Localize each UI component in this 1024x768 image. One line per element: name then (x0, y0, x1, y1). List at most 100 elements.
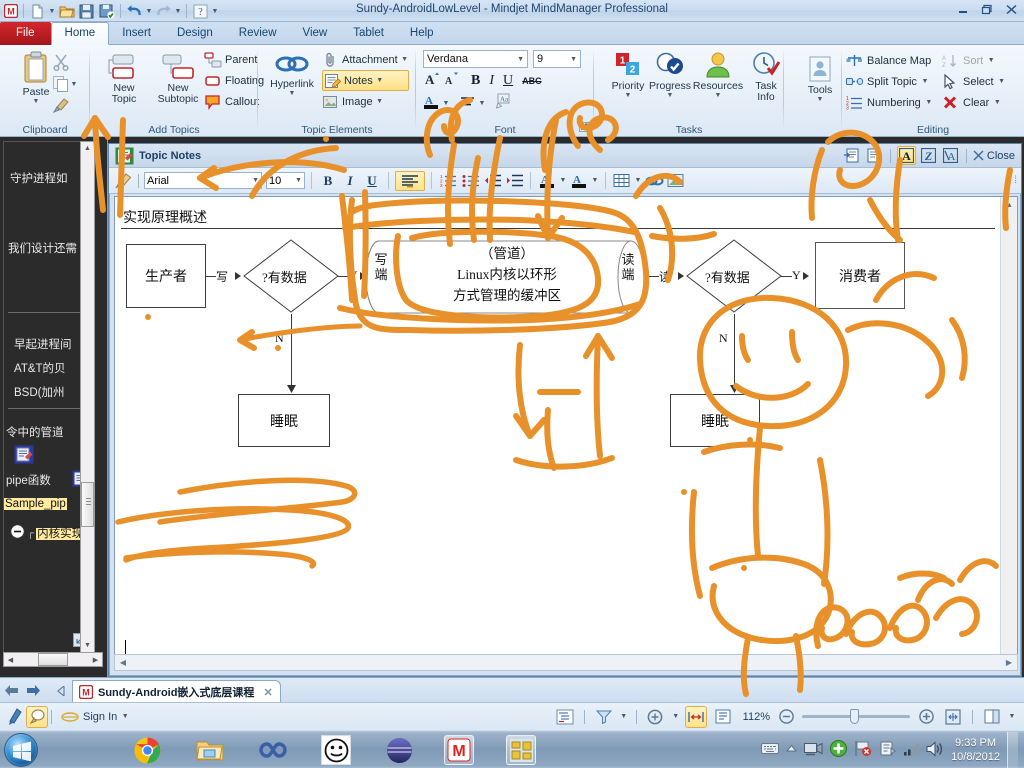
start-button[interactable] (4, 733, 38, 767)
update-icon[interactable] (830, 740, 848, 760)
chevron-down-icon[interactable]: ▼ (570, 56, 577, 63)
chevron-down-icon[interactable]: ▼ (478, 100, 486, 107)
font-dialog-launcher[interactable] (579, 122, 589, 135)
notes-font-size-select[interactable]: 10 ▼ (266, 172, 305, 189)
scroll-left-icon[interactable]: ◀ (4, 653, 17, 666)
parent-button[interactable]: Parent (204, 49, 264, 70)
map-horizontal-scrollbar[interactable]: ◀ ▶ (3, 652, 103, 667)
chevron-down-icon[interactable]: ▼ (925, 99, 933, 106)
tab-tablet[interactable]: Tablet (340, 22, 397, 45)
hyperlink-button[interactable]: Hyperlink ▼ (264, 51, 320, 97)
fit-map-button[interactable] (684, 705, 707, 728)
new-topic-button[interactable]: New Topic (96, 53, 152, 105)
font-color-button[interactable]: A (424, 93, 440, 113)
volume-icon[interactable] (926, 740, 944, 760)
device-icon[interactable] (879, 740, 896, 760)
sort-button[interactable]: AZ Sort ▼ (942, 50, 1006, 71)
chevron-down-icon[interactable]: ▼ (620, 713, 628, 720)
toolbar-overflow-icon[interactable]: ⁞ (1014, 175, 1021, 186)
callout-button[interactable]: Callout (204, 91, 264, 112)
chevron-down-icon[interactable]: ▼ (252, 177, 259, 184)
map-node-5[interactable]: 令中的管道 (6, 424, 64, 440)
format-painter-button[interactable] (113, 171, 133, 191)
chevron-down-icon[interactable]: ▼ (987, 57, 995, 64)
italic-button[interactable]: I (489, 73, 494, 89)
insert-topic-note-icon[interactable] (843, 146, 862, 165)
chevron-down-icon[interactable]: ▼ (672, 713, 680, 720)
attachment-button[interactable]: Attachment ▼ (322, 49, 409, 70)
chevron-down-icon[interactable]: ▼ (376, 77, 384, 84)
split-topic-button[interactable]: Split Topic ▼ (846, 71, 933, 92)
notes-document-area[interactable]: 实现原理概述 生产者 写 ?有数据 Y N 睡眠 写 端 （管道） Linux内… (114, 196, 1018, 670)
select-button[interactable]: Select ▼ (942, 71, 1006, 92)
tab-review[interactable]: Review (226, 22, 290, 45)
text-highlight-button[interactable]: A (537, 171, 557, 191)
chevron-down-icon[interactable]: ▼ (715, 92, 722, 99)
chevron-down-icon[interactable]: ▼ (121, 713, 129, 720)
chevron-down-icon[interactable]: ▼ (993, 99, 1001, 106)
chevron-down-icon[interactable]: ▼ (634, 177, 642, 184)
restore-button[interactable] (976, 1, 998, 18)
chevron-down-icon[interactable]: ▼ (442, 100, 450, 107)
tab-insert[interactable]: Insert (109, 22, 164, 45)
zoom-in-button[interactable] (915, 706, 937, 728)
tab-design[interactable]: Design (164, 22, 226, 45)
notes-bold-button[interactable]: B (318, 171, 338, 191)
map-node-6[interactable]: pipe函数 (6, 472, 51, 488)
clear-button[interactable]: Clear ▼ (942, 92, 1006, 113)
puzzle-icon[interactable] (506, 735, 536, 765)
floating-button[interactable]: Floating (204, 70, 264, 91)
flag-error-icon[interactable] (854, 740, 872, 760)
map-vertical-scrollbar[interactable]: ▲ ▼ (80, 141, 95, 653)
map-node-4[interactable]: BSD(加州 (14, 384, 64, 400)
infinity-icon[interactable] (258, 735, 288, 765)
image-button[interactable]: Image ▼ (322, 91, 409, 112)
new-subtopic-button[interactable]: New Subtopic (150, 53, 206, 105)
smiley-icon[interactable] (321, 735, 351, 765)
chevron-down-icon[interactable]: ▼ (1008, 713, 1016, 720)
map-node-8[interactable]: 内核实现 (36, 525, 85, 541)
scroll-up-icon[interactable]: ▲ (81, 142, 94, 155)
keyboard-icon[interactable] (761, 742, 780, 758)
tab-file[interactable]: File (0, 22, 51, 45)
cut-button[interactable] (52, 53, 70, 74)
notes-vertical-scrollbar[interactable]: ▲ ▼ (1000, 197, 1017, 669)
collapse-icon[interactable] (10, 524, 25, 542)
close-notes-button[interactable]: Close (973, 150, 1015, 162)
map-node-1[interactable]: 我们设计还需 (8, 240, 77, 256)
scroll-track[interactable] (1001, 214, 1017, 654)
insert-table-button[interactable] (612, 171, 632, 191)
chevron-down-icon[interactable]: ▼ (376, 98, 384, 105)
format-painter-button[interactable] (52, 97, 70, 118)
chevron-down-icon[interactable]: ▼ (817, 96, 824, 103)
underline-button[interactable]: U (503, 73, 513, 89)
taskbar-clock[interactable]: 9:33 PM 10/8/2012 (951, 736, 1000, 764)
scroll-right-icon[interactable]: ▶ (1001, 655, 1017, 670)
task-pane-toggle-button[interactable] (981, 706, 1003, 728)
chevron-down-icon[interactable]: ▼ (70, 81, 78, 88)
chevron-down-icon[interactable]: ▼ (33, 98, 40, 105)
insert-hyperlink-button[interactable] (644, 171, 664, 191)
center-map-button[interactable] (712, 706, 734, 728)
chevron-down-icon[interactable]: ▼ (517, 56, 524, 63)
chevron-down-icon[interactable]: ▼ (295, 177, 302, 184)
balance-map-button[interactable]: Balance Map (846, 50, 933, 71)
tab-help[interactable]: Help (397, 22, 447, 45)
chevron-down-icon[interactable]: ▼ (667, 92, 674, 99)
align-left-button[interactable] (395, 170, 425, 191)
decrease-indent-button[interactable] (482, 171, 502, 191)
close-button[interactable] (1000, 1, 1022, 18)
map-canvas[interactable]: 守护进程如 我们设计还需 早起进程间 AT&T的贝 BSD(加州 令中的管道 p… (3, 141, 90, 653)
scroll-thumb[interactable] (38, 653, 68, 666)
zoom-slider[interactable] (802, 709, 910, 724)
tab-scroll-left-button[interactable] (50, 678, 72, 703)
chevron-down-icon[interactable]: ▼ (401, 56, 409, 63)
notes-italic-button[interactable]: I (340, 171, 360, 191)
bold-a-icon[interactable]: A (896, 146, 916, 165)
font-family-select[interactable]: Verdana ▼ (423, 50, 528, 68)
chevron-down-icon[interactable]: ▼ (289, 90, 296, 97)
filter-button[interactable] (593, 706, 615, 728)
nav-back-button[interactable] (0, 678, 22, 703)
notes-document[interactable]: 实现原理概述 生产者 写 ?有数据 Y N 睡眠 写 端 （管道） Linux内… (115, 197, 1001, 669)
notes-font-family-select[interactable]: Arial ▼ (144, 172, 262, 189)
